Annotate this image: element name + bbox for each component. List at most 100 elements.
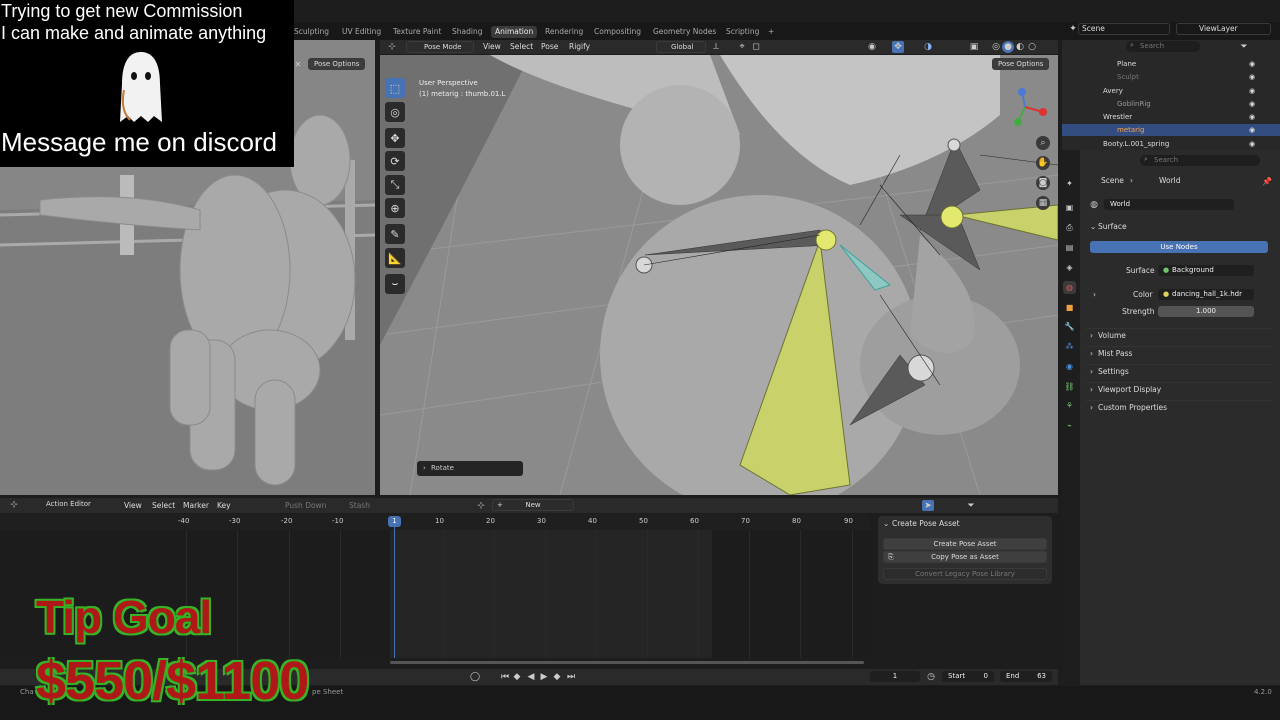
current-frame-marker[interactable]: 1 (388, 516, 401, 527)
measure-icon[interactable]: 📐 (385, 248, 405, 268)
gizmo-icon[interactable]: ✥ (892, 41, 904, 53)
action-menu-key[interactable]: Key (217, 500, 231, 512)
proportional-icon[interactable]: ◻ (750, 41, 762, 53)
scene-tab-icon[interactable]: ◈ (1063, 261, 1076, 274)
camera-icon[interactable]: ◙ (1036, 176, 1050, 190)
modifier-tab-icon[interactable]: 🔧 (1063, 320, 1076, 333)
outliner-item[interactable]: metarig (1117, 124, 1144, 136)
rendered-shading-icon[interactable]: ○ (1026, 41, 1038, 53)
wireframe-shading-icon[interactable]: ◎ (990, 41, 1002, 53)
select-box-icon[interactable]: ⬚ (385, 78, 405, 98)
surface-header[interactable]: Surface (1098, 221, 1127, 233)
color-expand-icon[interactable]: › (1093, 289, 1096, 301)
relax-pose-icon[interactable]: ⌣ (385, 274, 405, 294)
filter-icon[interactable]: ⏷ (1238, 41, 1250, 53)
eye-icon[interactable]: ◉ (1249, 124, 1255, 136)
action-menu-select[interactable]: Select (152, 500, 175, 512)
overlay-icon[interactable]: ◑ (922, 41, 934, 53)
stash-button[interactable]: Stash (349, 500, 370, 512)
end-frame-field[interactable]: End 63 (1000, 671, 1052, 682)
scene-field[interactable] (1078, 23, 1170, 35)
operator-panel[interactable]: › Rotate (417, 461, 523, 476)
panel-mist-pass[interactable]: › Mist Pass (1086, 346, 1272, 360)
pan-icon[interactable]: ✋ (1036, 156, 1050, 170)
tool-tab-icon[interactable]: ✦ (1063, 177, 1076, 190)
color-value-field[interactable]: ● dancing_hall_1k.hdr (1158, 289, 1254, 300)
tab-animation[interactable]: Animation (491, 26, 538, 38)
action-menu-marker[interactable]: Marker (183, 500, 209, 512)
outliner-item[interactable]: Avery (1103, 85, 1123, 97)
eye-icon[interactable]: ◉ (1249, 71, 1255, 83)
eye-icon[interactable]: ◉ (1249, 138, 1255, 150)
world-name-field[interactable]: World (1104, 199, 1234, 210)
add-workspace-button[interactable]: + (764, 26, 778, 38)
annotate-icon[interactable]: ✎ (385, 224, 405, 244)
output-tab-icon[interactable]: ⎙ (1063, 221, 1076, 234)
start-frame-field[interactable]: Start 0 (942, 671, 994, 682)
strength-field[interactable]: 1.000 (1158, 306, 1254, 317)
outliner-item[interactable]: GoblinRig (1117, 98, 1151, 110)
world-tab-icon[interactable]: ◍ (1063, 281, 1076, 294)
view-layer-tab-icon[interactable]: ▤ (1063, 241, 1076, 254)
main-viewport[interactable] (380, 55, 1058, 495)
play-reverse-icon[interactable]: ◀ (526, 671, 536, 682)
transform-icon[interactable]: ⊕ (385, 198, 405, 218)
viewport-menu-rigify[interactable]: Rigify (569, 41, 590, 53)
eye-icon[interactable]: ◉ (1249, 98, 1255, 110)
new-action-button[interactable]: + New (492, 499, 574, 511)
select-tool-icon[interactable]: ➤ (922, 500, 934, 511)
main-pose-options[interactable]: Pose Options (992, 58, 1050, 70)
panel-volume[interactable]: › Volume (1086, 328, 1272, 342)
editor-type-icon[interactable]: ⊹ (384, 41, 400, 53)
rotate-icon[interactable]: ⟳ (385, 151, 405, 171)
pose-asset-header[interactable]: Create Pose Asset (892, 518, 960, 530)
outliner-item[interactable]: Wrestler (1103, 111, 1132, 123)
action-editor-dropdown[interactable]: Action Editor (30, 499, 118, 511)
panel-viewport-display[interactable]: › Viewport Display (1086, 382, 1272, 396)
pin-icon[interactable]: 📌 (1262, 176, 1272, 186)
transform-pivot-icon[interactable]: ⟂ (710, 41, 722, 53)
properties-search[interactable]: ⌕ Search (1140, 155, 1260, 166)
view-layer-field[interactable] (1176, 23, 1271, 35)
action-menu-view[interactable]: View (124, 500, 142, 512)
current-frame-field[interactable]: 1 (870, 671, 920, 682)
panel-custom-properties[interactable]: › Custom Properties (1086, 400, 1272, 414)
xray-icon[interactable]: ▣ (968, 41, 980, 53)
convert-legacy-button[interactable]: Convert Legacy Pose Library (883, 568, 1047, 580)
viewport-menu-select[interactable]: Select (510, 41, 533, 53)
tab-uv-editing[interactable]: UV Editing (338, 26, 385, 38)
render-tab-icon[interactable]: ▣ (1063, 201, 1076, 214)
move-icon[interactable]: ✥ (385, 128, 405, 148)
tab-sculpting[interactable]: Sculpting (290, 26, 333, 38)
surface-value-field[interactable]: ● Background (1158, 265, 1254, 276)
push-down-button[interactable]: Push Down (285, 500, 326, 512)
action-browse-icon[interactable]: ⊹ (474, 500, 488, 511)
eye-icon[interactable]: ◉ (1249, 85, 1255, 97)
grid-icon[interactable]: ▦ (1036, 196, 1050, 210)
filter-icon[interactable]: ⏷ (965, 500, 977, 511)
outliner-search[interactable]: ⌕ Search (1126, 41, 1200, 52)
eye-icon[interactable]: ◉ (1249, 111, 1255, 123)
scale-icon[interactable]: ⤡ (385, 175, 405, 195)
mode-dropdown[interactable]: Pose Mode (406, 41, 474, 53)
play-icon[interactable]: ▶ (539, 671, 549, 682)
bone-tab-icon[interactable]: ⌁ (1063, 419, 1076, 432)
navigation-gizmo[interactable] (1000, 82, 1050, 132)
close-icon[interactable]: ✕ (293, 58, 303, 70)
clock-icon[interactable]: ◷ (926, 671, 936, 682)
use-nodes-button[interactable]: Use Nodes (1090, 241, 1268, 253)
solid-shading-icon[interactable]: ● (1002, 41, 1014, 53)
tab-texture-paint[interactable]: Texture Paint (389, 26, 445, 38)
tab-rendering[interactable]: Rendering (541, 26, 587, 38)
data-tab-icon[interactable]: ⚘ (1063, 399, 1076, 412)
viewport-menu-pose[interactable]: Pose (541, 41, 558, 53)
tab-geometry-nodes[interactable]: Geometry Nodes (649, 26, 720, 38)
zoom-icon[interactable]: ⌕ (1036, 136, 1050, 150)
left-pose-options[interactable]: Pose Options (308, 58, 366, 70)
outliner-item[interactable]: Plane (1117, 58, 1136, 70)
cursor-icon[interactable]: ◎ (385, 102, 405, 122)
visibility-icon[interactable]: ◉ (866, 41, 878, 53)
editor-type-icon[interactable]: ⊹ (6, 499, 22, 511)
jump-start-icon[interactable]: ⏮ (500, 671, 510, 682)
horizontal-scrollbar[interactable] (390, 661, 864, 664)
